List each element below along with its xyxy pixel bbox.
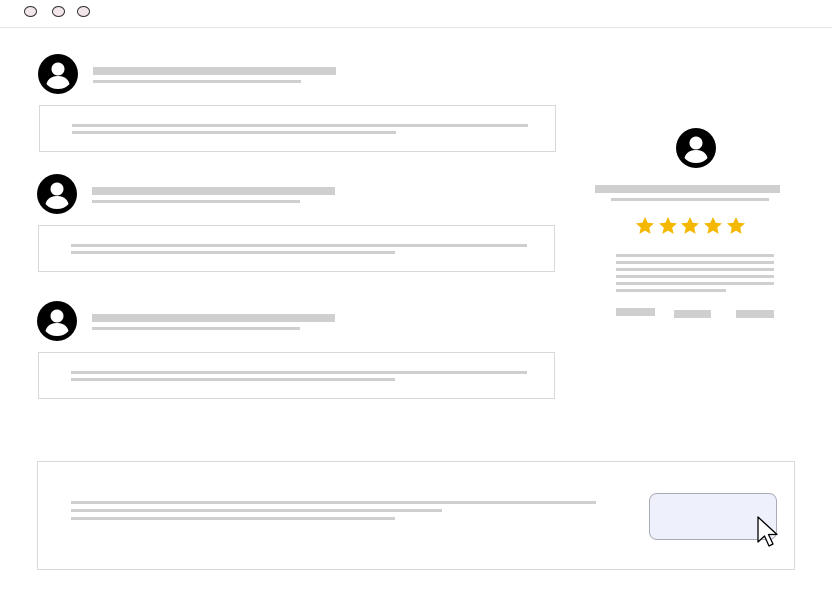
star-icon[interactable] [725,215,747,237]
text-line-placeholder [71,378,395,381]
meta-placeholder [92,327,300,330]
review-text-placeholder [616,268,774,271]
author-name-placeholder [92,187,335,195]
user-avatar-icon[interactable] [37,53,79,95]
window-maximize-icon[interactable] [77,6,90,17]
user-avatar-icon[interactable] [36,300,78,342]
text-line-placeholder [71,371,527,374]
text-line-placeholder [71,509,442,512]
mouse-pointer-icon [757,516,778,547]
text-line-placeholder [72,131,396,134]
review-text-placeholder [616,289,726,292]
review-text-placeholder [616,282,774,285]
review-text-placeholder [616,261,774,264]
comment-box [38,352,555,399]
window-minimize-icon[interactable] [52,6,65,17]
star-icon[interactable] [634,215,656,237]
star-icon[interactable] [679,215,701,237]
meta-placeholder [92,200,300,203]
profile-action-placeholder[interactable] [616,308,655,316]
profile-action-placeholder[interactable] [674,310,711,318]
text-line-placeholder [71,501,596,504]
window-close-icon[interactable] [24,6,37,17]
meta-placeholder [93,80,301,83]
star-icon[interactable] [657,215,679,237]
star-icon[interactable] [702,215,724,237]
text-line-placeholder [71,517,395,520]
window-titlebar [0,0,832,28]
text-line-placeholder [72,124,528,127]
text-line-placeholder [71,244,527,247]
comment-box [39,105,556,152]
profile-name-placeholder [595,185,780,193]
user-avatar-icon[interactable] [36,173,78,215]
author-name-placeholder [92,314,335,322]
profile-subtitle-placeholder [611,198,769,201]
comment-box [38,225,555,272]
author-name-placeholder [93,67,336,75]
profile-action-placeholder[interactable] [736,310,774,318]
profile-avatar-icon[interactable] [675,127,717,169]
review-text-placeholder [616,275,774,278]
review-text-placeholder [616,254,774,257]
text-line-placeholder [71,251,395,254]
